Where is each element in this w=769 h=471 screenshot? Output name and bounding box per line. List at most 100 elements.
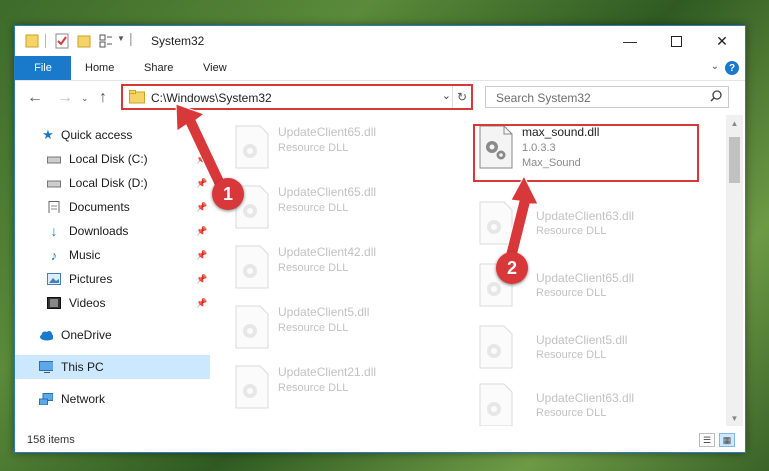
scroll-down-icon[interactable]: ▼ [726,410,743,426]
view-options-icon[interactable] [99,33,113,49]
pin-icon: 📌 [196,177,208,188]
scroll-up-icon[interactable]: ▲ [726,115,743,131]
dll-file-icon [235,365,269,409]
file-type: Resource DLL [278,142,349,154]
sidebar-item-documents[interactable]: Documents 📌 [15,195,210,219]
sidebar-item-label: Documents [69,200,130,214]
details-view-icon[interactable]: ☰ [699,433,715,447]
folder-icon[interactable] [25,33,39,49]
search-icon[interactable] [710,90,722,102]
file-type: Resource DLL [278,262,349,274]
navigation-pane: ★ Quick access Local Disk (C:) 📌 Local D… [15,115,210,426]
file-type: Resource DLL [536,407,607,419]
music-icon: ♪ [50,247,58,263]
file-name: UpdateClient65.dll [536,271,635,285]
dll-file-icon [235,125,269,169]
cloud-icon [40,331,53,341]
sidebar-item-label: Network [61,392,106,406]
sidebar-item-local-disk-c[interactable]: Local Disk (C:) 📌 [15,147,210,171]
dll-file-icon [479,325,513,369]
search-placeholder: Search System32 [496,91,591,105]
tab-home[interactable]: Home [85,56,114,80]
back-icon[interactable]: ← [27,89,43,107]
item-count: 158 items [27,434,75,446]
file-item[interactable]: UpdateClient63.dll Resource DLL [478,199,708,249]
scroll-thumb[interactable] [729,137,740,183]
pin-icon: 📌 [196,297,208,308]
pin-icon: 📌 [196,225,208,236]
tab-view[interactable]: View [203,56,227,80]
file-item[interactable]: UpdateClient5.dll Resource DLL [478,323,708,373]
sidebar-item-label: Quick access [61,128,133,142]
sidebar-item-label: Local Disk (D:) [69,176,148,190]
folder-icon [129,90,145,104]
file-name: UpdateClient63.dll [536,209,635,223]
dll-file-icon [235,245,269,289]
minimize-icon: — [623,33,637,49]
sidebar-item-music[interactable]: ♪ Music 📌 [15,243,210,267]
sidebar-item-this-pc[interactable]: This PC [15,355,210,379]
sidebar-item-label: Local Disk (C:) [69,152,148,166]
video-icon [47,297,61,309]
sidebar-item-label: Music [69,248,101,262]
file-name: UpdateClient42.dll [278,245,377,259]
customize-dropdown-icon[interactable]: ▼ [117,34,125,43]
step-badge-1: 1 [212,178,244,210]
file-item[interactable]: UpdateClient21.dll Resource DLL [234,363,464,413]
explorer-window: ▼ | System32 — ✕ File Home Share View ⌄ … [14,25,746,453]
sidebar-item-label: This PC [61,360,104,374]
pin-icon: 📌 [196,273,208,284]
close-button[interactable]: ✕ [699,26,745,56]
address-dropdown-icon[interactable]: ⌄ [442,89,451,102]
file-item[interactable]: UpdateClient65.dll Resource DLL [234,183,464,233]
file-type: Resource DLL [536,349,607,361]
file-type: Resource DLL [536,287,607,299]
tab-file[interactable]: File [15,56,71,80]
sidebar-item-label: Videos [69,296,106,310]
forward-icon[interactable]: → [57,89,73,107]
file-item[interactable]: UpdateClient42.dll Resource DLL [234,243,464,293]
new-folder-icon[interactable] [77,33,91,49]
file-item[interactable]: UpdateClient65.dll Resource DLL [234,123,464,173]
file-type: Resource DLL [536,225,607,237]
sidebar-item-quick-access[interactable]: ★ Quick access [15,123,210,147]
search-box[interactable]: Search System32 [485,86,729,108]
drive-icon [47,156,61,164]
sidebar-item-downloads[interactable]: ↓ Downloads 📌 [15,219,210,243]
pin-icon: 📌 [196,249,208,260]
sidebar-item-onedrive[interactable]: OneDrive [15,323,210,347]
file-name: UpdateClient21.dll [278,365,377,379]
sidebar-item-local-disk-d[interactable]: Local Disk (D:) 📌 [15,171,210,195]
large-icons-view-icon[interactable]: ▦ [719,433,735,447]
star-icon: ★ [42,127,54,142]
tab-share[interactable]: Share [144,56,173,80]
document-icon [48,201,60,213]
refresh-icon[interactable]: ↻ [452,86,471,108]
picture-icon [47,273,61,285]
sidebar-item-label: OneDrive [61,328,112,342]
sidebar-item-videos[interactable]: Videos 📌 [15,291,210,315]
highlight-box-file [473,124,699,182]
pin-icon: 📌 [196,153,208,164]
up-icon[interactable]: ↑ [99,89,107,107]
file-item[interactable]: UpdateClient63.dll Resource DLL [478,381,708,426]
title-bar: ▼ | System32 — ✕ [15,26,745,56]
ribbon: File Home Share View ⌄ ? [15,56,745,81]
sidebar-item-label: Downloads [69,224,129,238]
expand-ribbon-icon[interactable]: ⌄ [711,61,719,72]
maximize-button[interactable] [653,26,699,56]
dll-file-icon [479,383,513,426]
address-bar[interactable]: C:\Windows\System32 ⌄ ↻ [121,84,473,110]
help-icon[interactable]: ? [725,61,739,75]
sidebar-item-pictures[interactable]: Pictures 📌 [15,267,210,291]
status-bar: 158 items ☰ ▦ [15,430,745,452]
file-name: UpdateClient65.dll [278,185,377,199]
file-item[interactable]: UpdateClient5.dll Resource DLL [234,303,464,353]
minimize-button[interactable]: — [607,26,653,56]
vertical-scrollbar[interactable]: ▲ ▼ [726,115,743,426]
recent-locations-icon[interactable]: ⌄ [81,93,89,104]
sidebar-item-network[interactable]: Network [15,387,210,411]
file-name: UpdateClient65.dll [278,125,377,139]
close-icon: ✕ [716,32,728,49]
properties-icon[interactable] [55,33,69,49]
